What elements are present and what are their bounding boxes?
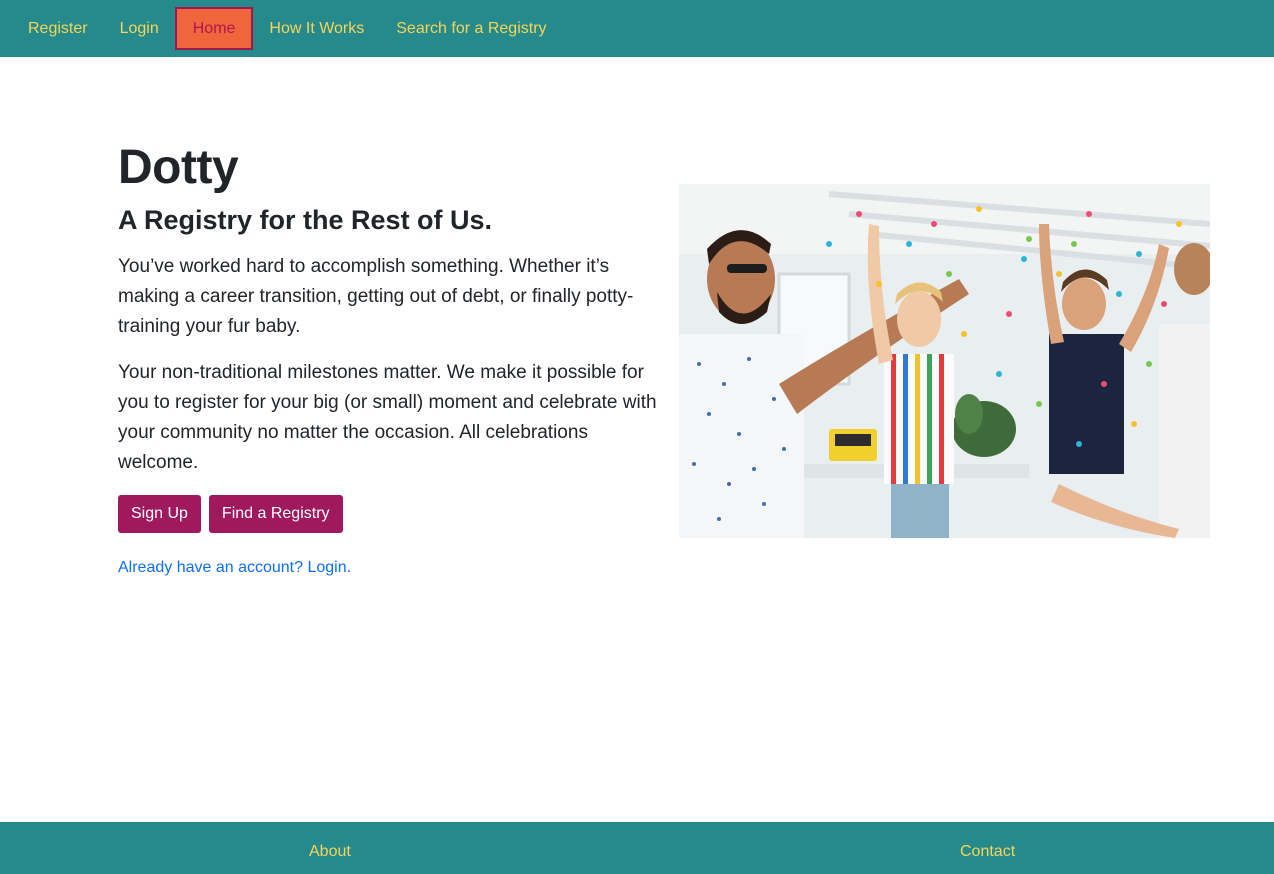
sign-up-button[interactable]: Sign Up xyxy=(118,495,201,533)
nav-home-link[interactable]: Home xyxy=(174,7,254,50)
nav-search-registry-link[interactable]: Search for a Registry xyxy=(380,7,562,50)
hero-paragraph-2: Your non-traditional milestones matter. … xyxy=(118,362,657,473)
hero-paragraph-1: You’ve worked hard to accomplish somethi… xyxy=(118,256,634,337)
page-footer: About Contact xyxy=(0,822,1274,874)
footer-about-link[interactable]: About xyxy=(309,822,351,874)
brand-title: Dotty xyxy=(118,141,239,194)
celebration-photo xyxy=(679,184,1210,538)
nav-register-link[interactable]: Register xyxy=(12,7,104,50)
hero-tagline: A Registry for the Rest of Us. xyxy=(118,205,493,235)
nav-how-it-works-link[interactable]: How It Works xyxy=(253,7,380,50)
login-account-link[interactable]: Already have an account? Login. xyxy=(118,559,351,577)
hero-button-row: Sign Up Find a Registry xyxy=(118,495,658,533)
top-navbar: Register Login Home How It Works Search … xyxy=(0,0,1274,57)
find-registry-button[interactable]: Find a Registry xyxy=(208,495,343,533)
nav-login-link[interactable]: Login xyxy=(104,7,175,50)
hero-section: Dotty A Registry for the Rest of Us. You… xyxy=(118,140,658,577)
footer-contact-link[interactable]: Contact xyxy=(960,822,1015,874)
